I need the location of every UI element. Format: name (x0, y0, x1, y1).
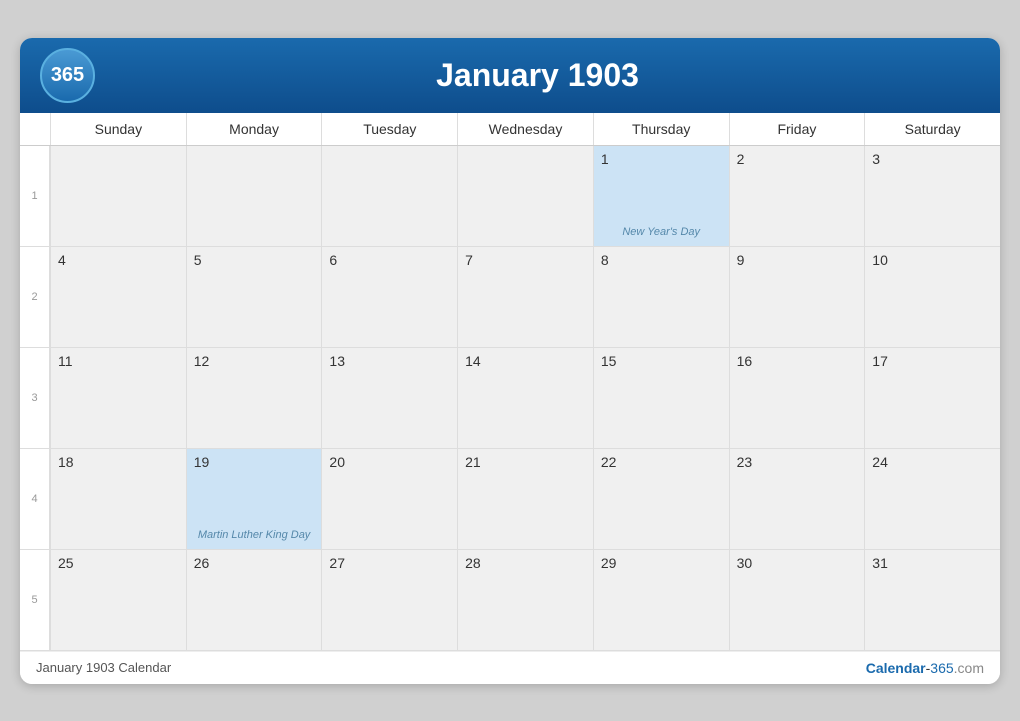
calendar-cell-w5-d3[interactable]: 28 (457, 550, 593, 650)
week-number-3: 3 (20, 348, 50, 448)
date-num-22: 22 (601, 454, 617, 470)
footer-brand-365: 365 (930, 660, 953, 676)
calendar-cell-w2-d6[interactable]: 10 (864, 247, 1000, 347)
calendar-cell-w1-d6[interactable]: 3 (864, 146, 1000, 246)
calendar-cell-w2-d1[interactable]: 5 (186, 247, 322, 347)
logo-text: 365 (51, 64, 84, 87)
week-row-2: 24 5 6 7 8 9 10 (20, 247, 1000, 348)
date-num-30: 30 (737, 555, 753, 571)
calendar-cell-w5-d6[interactable]: 31 (864, 550, 1000, 650)
calendar-cell-w2-d5[interactable]: 9 (729, 247, 865, 347)
calendar-cell-w1-d1[interactable] (186, 146, 322, 246)
calendar-cell-w4-d5[interactable]: 23 (729, 449, 865, 549)
calendar-footer: January 1903 Calendar Calendar-365.com (20, 651, 1000, 684)
day-header-saturday: Saturday (864, 113, 1000, 145)
calendar-cell-w3-d6[interactable]: 17 (864, 348, 1000, 448)
footer-left-label: January 1903 Calendar (36, 660, 171, 675)
footer-brand-cal: Calendar (866, 660, 926, 676)
days-header-row: Sunday Monday Tuesday Wednesday Thursday… (20, 113, 1000, 146)
date-num-25: 25 (58, 555, 74, 571)
calendar-cell-w3-d3[interactable]: 14 (457, 348, 593, 448)
date-num-20: 20 (329, 454, 345, 470)
week-number-2: 2 (20, 247, 50, 347)
calendar-grid: 11New Year's Day232456789103111213141516… (20, 146, 1000, 651)
day-header-friday: Friday (729, 113, 865, 145)
date-num-18: 18 (58, 454, 74, 470)
calendar-cell-w5-d4[interactable]: 29 (593, 550, 729, 650)
footer-dotcom: .com (954, 660, 984, 676)
week-row-4: 4 18 19 Martin Luther King Day 20 21 22 23 24 (20, 449, 1000, 550)
day-header-wednesday: Wednesday (457, 113, 593, 145)
date-num-15: 15 (601, 353, 617, 369)
date-num-10: 10 (872, 252, 888, 268)
week-number-4: 4 (20, 449, 50, 549)
calendar-cell-w2-d0[interactable]: 4 (50, 247, 186, 347)
calendar-cell-w2-d3[interactable]: 7 (457, 247, 593, 347)
date-num-4: 4 (58, 252, 66, 268)
calendar-cell-w1-d2[interactable] (321, 146, 457, 246)
week-row-5: 5 25 26 27 28 29 30 31 (20, 550, 1000, 651)
date-num-13: 13 (329, 353, 345, 369)
calendar-cell-w2-d2[interactable]: 6 (321, 247, 457, 347)
calendar-cell-w1-d5[interactable]: 2 (729, 146, 865, 246)
calendar-cell-w3-d0[interactable]: 11 (50, 348, 186, 448)
date-num-27: 27 (329, 555, 345, 571)
date-num-26: 26 (194, 555, 210, 571)
date-num-21: 21 (465, 454, 481, 470)
calendar-cell-w3-d5[interactable]: 16 (729, 348, 865, 448)
date-num-1: 1 (601, 151, 609, 167)
day-header-monday: Monday (186, 113, 322, 145)
calendar-cell-w5-d1[interactable]: 26 (186, 550, 322, 650)
date-num-24: 24 (872, 454, 888, 470)
week-number-1: 1 (20, 146, 50, 246)
calendar-cell-w5-d2[interactable]: 27 (321, 550, 457, 650)
calendar-cell-w5-d5[interactable]: 30 (729, 550, 865, 650)
week-num-header-empty (20, 113, 50, 145)
holiday-label-1: New Year's Day (599, 226, 724, 238)
calendar-cell-w4-d4[interactable]: 22 (593, 449, 729, 549)
logo-badge: 365 (40, 48, 95, 103)
date-num-2: 2 (737, 151, 745, 167)
header-title: January 1903 (95, 57, 980, 94)
date-num-9: 9 (737, 252, 745, 268)
calendar-header: 365 January 1903 (20, 38, 1000, 113)
calendar-cell-w1-d4[interactable]: 1 New Year's Day (593, 146, 729, 246)
calendar-cell-w4-d6[interactable]: 24 (864, 449, 1000, 549)
calendar-cell-w4-d2[interactable]: 20 (321, 449, 457, 549)
week-row-3: 3 11 12 13 14 15 16 17 (20, 348, 1000, 449)
date-num-28: 28 (465, 555, 481, 571)
date-num-11: 11 (58, 353, 73, 369)
date-num-7: 7 (465, 252, 473, 268)
date-num-5: 5 (194, 252, 202, 268)
date-num-12: 12 (194, 353, 210, 369)
date-num-14: 14 (465, 353, 481, 369)
calendar-cell-w1-d0[interactable] (50, 146, 186, 246)
date-num-19: 19 (194, 454, 210, 470)
date-num-3: 3 (872, 151, 880, 167)
date-num-8: 8 (601, 252, 609, 268)
holiday-label-19: Martin Luther King Day (192, 529, 317, 541)
day-header-thursday: Thursday (593, 113, 729, 145)
calendar-cell-w2-d4[interactable]: 8 (593, 247, 729, 347)
footer-right-label: Calendar-365.com (866, 660, 984, 676)
calendar-cell-w5-d0[interactable]: 25 (50, 550, 186, 650)
calendar-cell-w4-d3[interactable]: 21 (457, 449, 593, 549)
calendar-cell-w3-d4[interactable]: 15 (593, 348, 729, 448)
date-num-23: 23 (737, 454, 753, 470)
calendar-cell-w1-d3[interactable] (457, 146, 593, 246)
day-header-tuesday: Tuesday (321, 113, 457, 145)
date-num-6: 6 (329, 252, 337, 268)
calendar-cell-w3-d1[interactable]: 12 (186, 348, 322, 448)
date-num-29: 29 (601, 555, 617, 571)
day-header-sunday: Sunday (50, 113, 186, 145)
date-num-16: 16 (737, 353, 753, 369)
calendar-cell-w4-d1[interactable]: 19 Martin Luther King Day (186, 449, 322, 549)
week-row-1: 1 1 New Year's Day 2 3 (20, 146, 1000, 247)
week-number-5: 5 (20, 550, 50, 650)
calendar-cell-w3-d2[interactable]: 13 (321, 348, 457, 448)
date-num-17: 17 (872, 353, 888, 369)
calendar-cell-w4-d0[interactable]: 18 (50, 449, 186, 549)
calendar-container: 365 January 1903 Sunday Monday Tuesday W… (20, 38, 1000, 684)
date-num-31: 31 (872, 555, 888, 571)
